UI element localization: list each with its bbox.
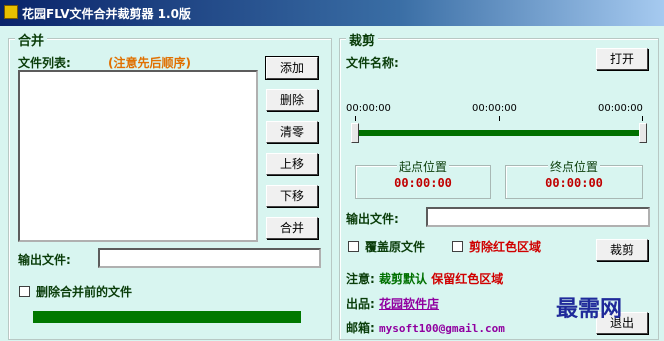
range-start-handle[interactable]	[351, 123, 359, 143]
delete-button[interactable]: 删除	[266, 89, 318, 111]
move-up-button[interactable]: 上移	[266, 153, 318, 175]
watermark-logo: 最需网	[556, 296, 623, 322]
title-bar[interactable]: 花园FLV文件合并裁剪器 1.0版	[0, 0, 664, 26]
email-value[interactable]: mysoft100@gmail.com	[379, 322, 505, 335]
publisher-line: 出品: 花园软件店	[346, 295, 439, 312]
cut-output-field[interactable]	[426, 207, 650, 227]
publisher-link[interactable]: 花园软件店	[379, 297, 439, 311]
merge-progress-fill	[33, 311, 301, 323]
merge-output-label: 输出文件:	[18, 253, 71, 267]
delete-merged-checkbox[interactable]	[19, 286, 30, 297]
file-list-label: 文件列表:	[18, 56, 71, 70]
start-position-title: 起点位置	[396, 160, 449, 174]
cut-button[interactable]: 裁剪	[596, 239, 648, 261]
time-mid: 00:00:00	[472, 103, 517, 114]
email-label: 邮箱:	[346, 321, 375, 335]
time-right: 00:00:00	[598, 103, 643, 114]
add-button[interactable]: 添加	[265, 56, 319, 80]
tick-mid	[499, 116, 500, 121]
cut-red-label: 剪除红色区域	[469, 240, 542, 254]
open-button[interactable]: 打开	[596, 48, 648, 70]
email-line: 邮箱: mysoft100@gmail.com	[346, 319, 505, 336]
window-title: 花园FLV文件合并裁剪器 1.0版	[22, 7, 191, 21]
note-line: 注意: 裁剪默认 保留红色区域	[346, 270, 503, 287]
app-icon	[4, 5, 18, 19]
publisher-label: 出品:	[346, 297, 375, 311]
cut-output-label: 输出文件:	[346, 212, 399, 226]
file-list[interactable]	[18, 70, 258, 242]
cut-group-title: 裁剪	[346, 30, 379, 49]
cut-red-checkbox[interactable]	[452, 241, 463, 252]
tick-right	[642, 116, 643, 121]
overwrite-checkbox[interactable]	[348, 241, 359, 252]
note-default: 裁剪默认	[379, 272, 428, 286]
note-label: 注意:	[346, 272, 375, 286]
delete-merged-label: 删除合并前的文件	[36, 285, 133, 299]
merge-group-title: 合并	[15, 30, 48, 49]
start-position-group: 起点位置 00:00:00	[355, 160, 491, 199]
merge-progress-bar	[33, 311, 301, 323]
clear-button[interactable]: 清零	[266, 121, 318, 143]
end-position-group: 终点位置 00:00:00	[505, 160, 643, 199]
end-position-title: 终点位置	[547, 160, 600, 174]
file-list-note: (注意先后顺序)	[108, 56, 191, 70]
note-keep-red: 保留红色区域	[431, 272, 504, 286]
move-down-button[interactable]: 下移	[266, 185, 318, 207]
end-position-value: 00:00:00	[545, 176, 603, 190]
merge-button[interactable]: 合并	[266, 217, 318, 239]
overwrite-label: 覆盖原文件	[365, 240, 426, 254]
range-end-handle[interactable]	[639, 123, 647, 143]
cut-filename-label: 文件名称:	[346, 56, 399, 70]
start-position-value: 00:00:00	[394, 176, 452, 190]
tick-left	[355, 116, 356, 121]
range-track[interactable]	[355, 130, 644, 136]
merge-output-field[interactable]	[98, 248, 321, 268]
time-left: 00:00:00	[346, 103, 391, 114]
